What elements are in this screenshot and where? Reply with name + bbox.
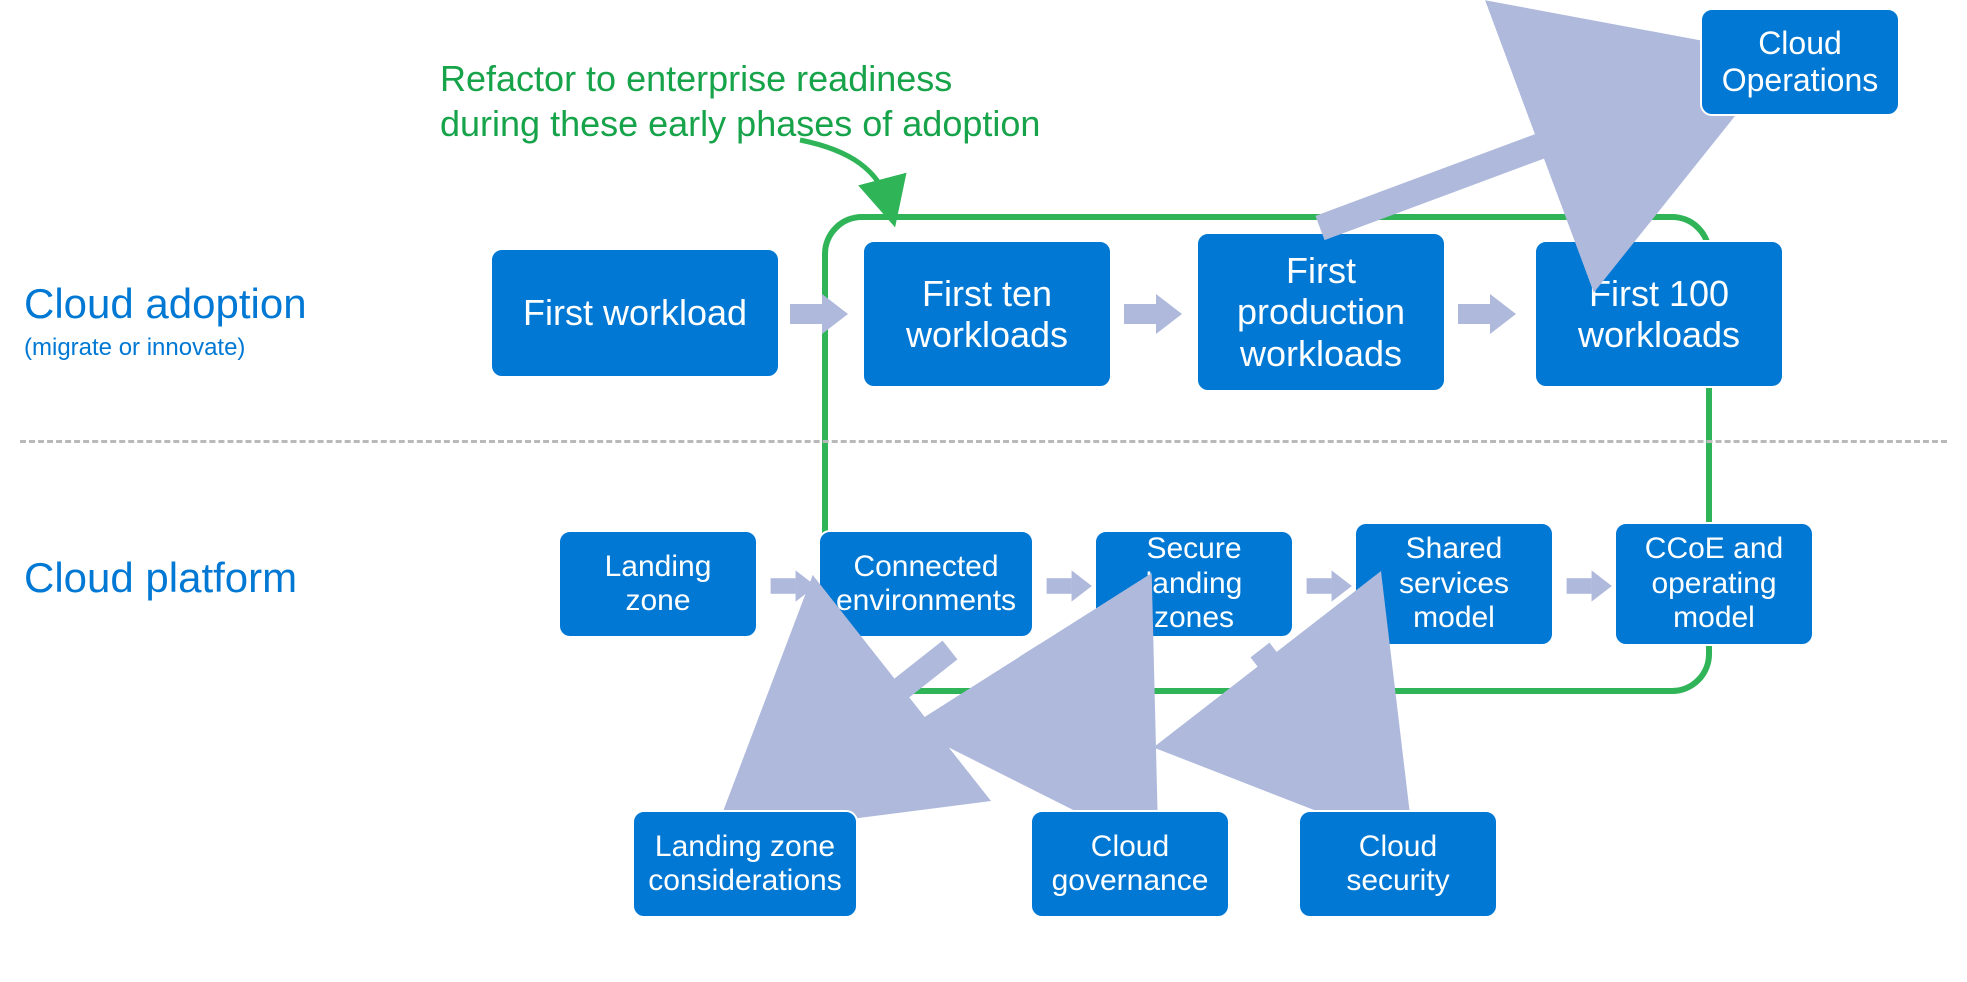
- box-landing-zone-considerations: Landing zone considerations: [632, 810, 858, 918]
- box-cloud-governance: Cloud governance: [1030, 810, 1230, 918]
- row-divider: [20, 440, 1947, 443]
- arrow-diagonal-down-icon: [1000, 640, 1160, 810]
- arrow-right-icon: [1307, 570, 1354, 601]
- box-shared-services-model: Shared services model: [1354, 522, 1554, 646]
- box-first-workload: First workload: [490, 248, 780, 378]
- box-first-ten-workloads: First ten workloads: [862, 240, 1112, 388]
- row-title-adoption: Cloud adoption: [24, 280, 307, 328]
- callout-line-2: during these early phases of adoption: [440, 103, 1040, 144]
- callout-arrow-icon: [790, 130, 930, 220]
- box-cloud-operations: Cloud Operations: [1700, 8, 1900, 116]
- callout-text: Refactor to enterprise readiness during …: [440, 56, 1040, 146]
- arrow-right-icon: [771, 570, 818, 601]
- arrow-right-icon: [1458, 294, 1518, 334]
- row-subtitle-adoption: (migrate or innovate): [24, 334, 245, 362]
- arrow-right-icon: [790, 294, 850, 334]
- callout-line-1: Refactor to enterprise readiness: [440, 58, 952, 99]
- box-first-production-workloads: First production workloads: [1196, 232, 1446, 392]
- box-ccoe-operating-model: CCoE and operating model: [1614, 522, 1814, 646]
- arrow-diagonal-down-icon: [1230, 640, 1410, 810]
- diagram-canvas: Refactor to enterprise readiness during …: [0, 0, 1967, 982]
- arrow-diagonal-down-icon: [740, 640, 970, 810]
- box-first-100-workloads: First 100 workloads: [1534, 240, 1784, 388]
- box-cloud-security: Cloud security: [1298, 810, 1498, 918]
- arrow-right-icon: [1047, 570, 1094, 601]
- arrow-right-icon: [1567, 570, 1614, 601]
- box-secure-landing-zones: Secure landing zones: [1094, 530, 1294, 638]
- arrow-diagonal-up-icon: [1300, 68, 1740, 238]
- box-landing-zone: Landing zone: [558, 530, 758, 638]
- row-title-platform: Cloud platform: [24, 554, 297, 602]
- arrow-right-icon: [1124, 294, 1184, 334]
- box-connected-environments: Connected environments: [818, 530, 1034, 638]
